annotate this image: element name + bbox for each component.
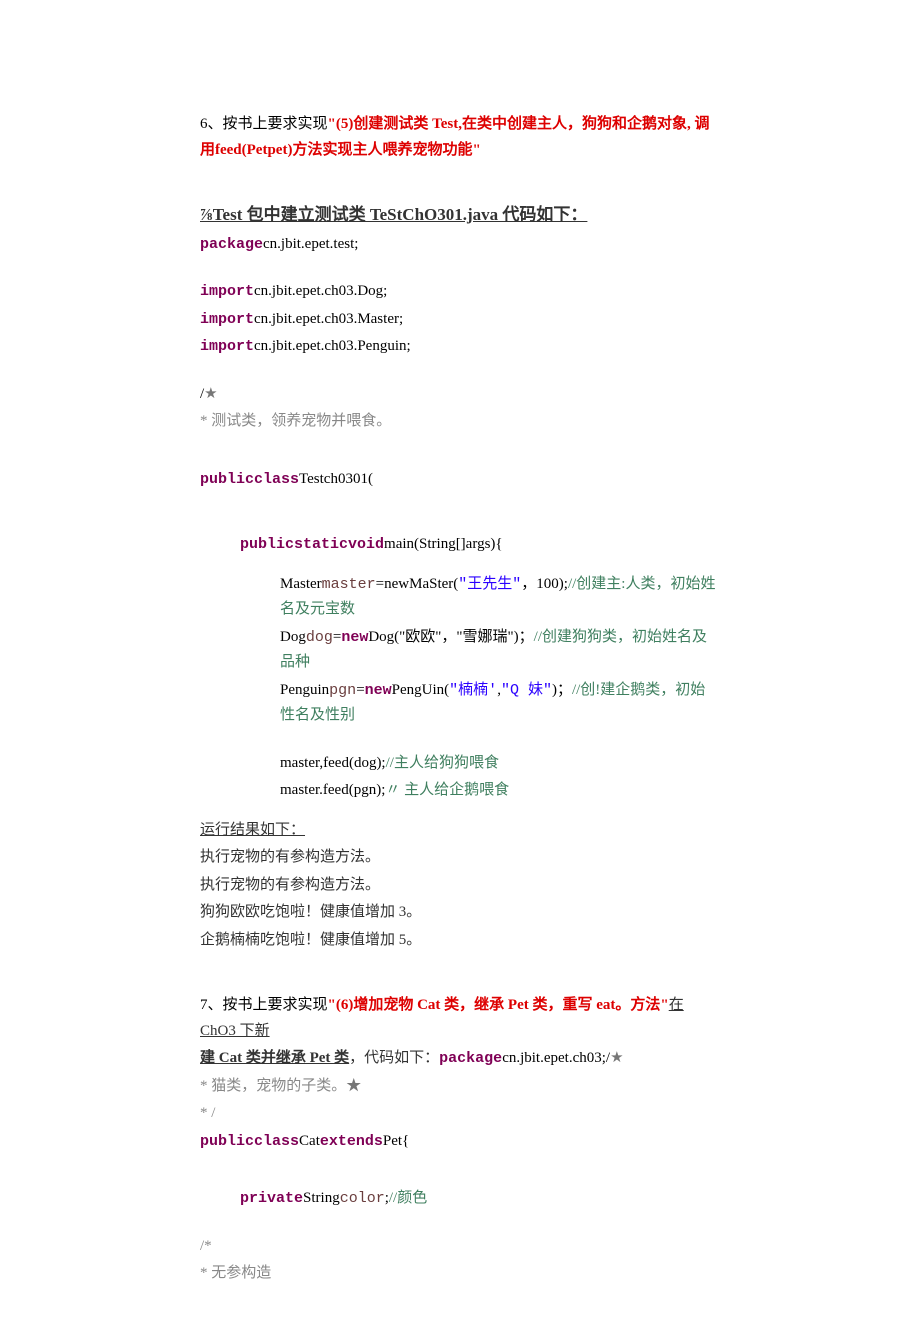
result-line: 执行宠物的有参构造方法。 [200, 845, 720, 871]
ctor: PengUin( [392, 682, 450, 698]
star-icon: ★ [204, 386, 217, 402]
code-line-class: publicclassCatextendsPet{ [200, 1129, 720, 1155]
keyword-extends: extends [320, 1133, 383, 1150]
superclass: Pet{ [383, 1133, 409, 1149]
keyword-import: import [200, 311, 254, 328]
code-line-dog: Dogdog=newDog("欧欧"，"雪娜瑞")；//创建狗狗类，初始姓名及品… [200, 625, 720, 676]
code-line-field: privateStringcolor;//颜色 [200, 1186, 720, 1212]
keyword-publicclass: publicclass [200, 471, 299, 488]
import-value: cn.jbit.epet.ch03.Master; [254, 311, 403, 327]
text: 7、按书上要求实现 [200, 997, 328, 1013]
keyword-package: package [200, 236, 263, 253]
code-line-import: importcn.jbit.epet.ch03.Dog; [200, 279, 720, 305]
text: 6、按书上要求实现 [200, 116, 328, 132]
section7-intro: 7、按书上要求实现"(6)增加宠物 Cat 类，继承 Pet 类，重写 eat。… [200, 993, 720, 1044]
ctor: Dog("欧欧"，"雪娜瑞")； [368, 629, 533, 645]
comment-line: * / [200, 1101, 720, 1127]
section6-heading: ⅞Test 包中建立测试类 TeStChO301.java 代码如下： [200, 201, 720, 230]
ctor: MaSter( [409, 576, 458, 592]
keyword-package: package [439, 1050, 502, 1067]
t: 建 Cat 类并继承 Pet 类 [200, 1050, 349, 1066]
call: master.feed(pgn); [280, 782, 385, 798]
import-value: cn.jbit.epet.ch03.Dog; [254, 283, 387, 299]
var-dog: dog [306, 629, 333, 646]
section6-intro: 6、按书上要求实现"(5)创建测试类 Test,在类中创建主人，狗狗和企鹅对象,… [200, 112, 720, 163]
keyword-new: new [341, 629, 368, 646]
comment: //颜色 [389, 1190, 427, 1206]
import-value: cn.jbit.epet.ch03.Penguin; [254, 338, 411, 354]
code-line-pgn: Penguinpgn=newPengUin("楠楠',"Q 妹")；//创!建企… [200, 678, 720, 729]
string-literal: "楠楠' [449, 682, 497, 699]
class-name: Testch0301( [299, 471, 373, 487]
rest: ，100); [521, 576, 568, 592]
type: Master [280, 576, 322, 592]
var-master: master [322, 576, 376, 593]
star-icon: ★ [610, 1050, 623, 1066]
plain: ，代码如下： [349, 1050, 439, 1066]
eq-new: =new [376, 576, 409, 592]
comment-start: /★ [200, 382, 720, 408]
code-line-feed-dog: master,feed(dog);//主人给狗狗喂食 [200, 751, 720, 777]
code-line-import: importcn.jbit.epet.ch03.Penguin; [200, 334, 720, 360]
code-line-master: Mastermaster=newMaSter("王先生"，100);//创建主:… [200, 572, 720, 623]
result-line: 狗狗欧欧吃饱啦！健康值增加 3。 [200, 900, 720, 926]
comment-line: /* [200, 1234, 720, 1260]
close: )； [552, 682, 572, 698]
keyword-private: private [240, 1190, 303, 1207]
result-line: 执行宠物的有参构造方法。 [200, 873, 720, 899]
type: Dog [280, 629, 306, 645]
var-pgn: pgn [329, 682, 356, 699]
type: Penguin [280, 682, 329, 698]
string-literal: "Q 妹" [501, 682, 552, 699]
package-value: cn.jbit.epet.ch03; [502, 1050, 606, 1066]
call: master,feed(dog); [280, 755, 386, 771]
heading-part: 建 Cat 类并继承 Pet 类 [200, 1050, 349, 1066]
var-color: color [340, 1190, 385, 1207]
code-line-class: publicclassTestch0301( [200, 467, 720, 493]
keyword-import: import [200, 283, 254, 300]
result-heading: 运行结果如下： [200, 818, 720, 844]
class-name: Cat [299, 1133, 320, 1149]
comment: //主人给狗狗喂食 [386, 755, 499, 771]
eq: = [356, 682, 364, 698]
keyword-psvm: publicstaticvoid [240, 536, 384, 553]
section7-heading-line2: 建 Cat 类并继承 Pet 类，代码如下：packagecn.jbit.epe… [200, 1046, 720, 1072]
comment: 〃 主人给企鹅喂食 [385, 782, 509, 798]
result-line: 企鹅楠楠吃饱啦！健康值增加 5。 [200, 928, 720, 954]
t: * 猫类，宠物的子类。 [200, 1078, 346, 1094]
code-line-feed-pgn: master.feed(pgn);〃 主人给企鹅喂食 [200, 778, 720, 804]
code-line-import: importcn.jbit.epet.ch03.Master; [200, 307, 720, 333]
comment-line: * 猫类，宠物的子类。★ [200, 1074, 720, 1100]
keyword-import: import [200, 338, 254, 355]
code-line-main: publicstaticvoidmain(String[]args){ [200, 532, 720, 558]
star-icon: ★ [346, 1078, 361, 1094]
main-signature: main(String[]args){ [384, 536, 503, 552]
requirement-title: "(6)增加宠物 Cat 类，继承 Pet 类，重写 eat。方法" [328, 997, 669, 1013]
keyword-new: new [365, 682, 392, 699]
package-value: cn.jbit.epet.test; [263, 236, 358, 252]
comment-line: * 测试类，领养宠物并喂食。 [200, 409, 720, 435]
keyword-publicclass: publicclass [200, 1133, 299, 1150]
type: String [303, 1190, 340, 1206]
string-literal: "王先生" [458, 576, 521, 593]
code-line-package: packagecn.jbit.epet.test; [200, 232, 720, 258]
comment-line: * 无参构造 [200, 1261, 720, 1287]
